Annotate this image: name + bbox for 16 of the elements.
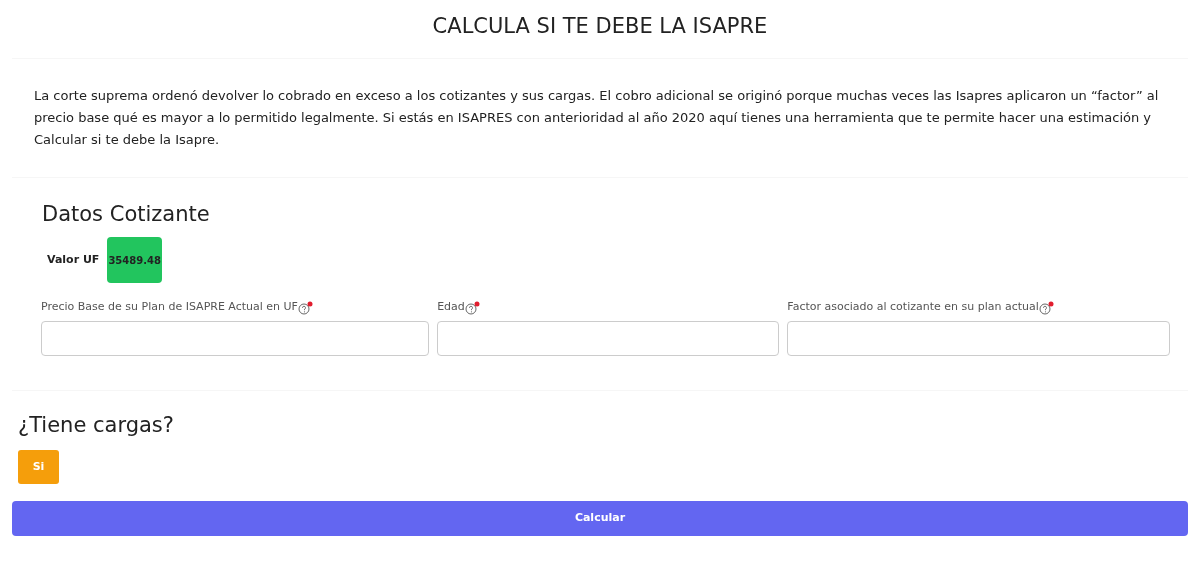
field-label: Precio Base de su Plan de ISAPRE Actual en UF [41, 299, 298, 316]
input-field[interactable] [41, 320, 430, 356]
help-icon[interactable] [297, 300, 313, 315]
intro-paragraph: La corte suprema ordenó devolver lo cobrado en exceso a los cotizantes y sus cargas. El cobro adicional se originó porque muchas veces las Isapres aplicaron un “factor” al precio base qué es mayor a lo permitido legalmente. Si estás en ISAPRES con anterioridad al año 2020 aquí tienes una herramienta que te permite hacer una estimación y Calcular si te debe la Isapre. [33, 87, 1160, 150]
input-field[interactable] [787, 320, 1170, 356]
uf-value-badge: 35489.48 [107, 237, 162, 284]
input-field[interactable] [437, 320, 780, 356]
field-label: Factor asociado al cotizante en su plan actual [787, 299, 1039, 316]
field-label: Edad [437, 299, 465, 316]
cargas-heading: ¿Tiene cargas? [18, 412, 175, 439]
uf-label: Valor UF [47, 252, 100, 269]
page-title: CALCULA SI TE DEBE LA ISAPRE [431, 14, 769, 40]
section-heading: Datos Cotizante [42, 202, 211, 228]
help-icon[interactable] [464, 300, 480, 315]
calculate-button[interactable]: Calcular [12, 501, 1188, 537]
help-icon[interactable] [1038, 300, 1054, 315]
